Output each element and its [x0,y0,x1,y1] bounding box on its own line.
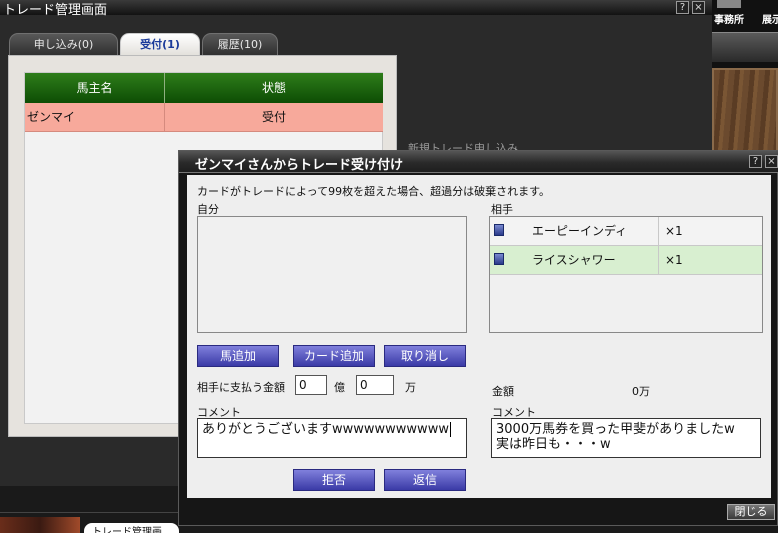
bg-titlebar: トレード管理画面 ? × [0,0,712,18]
self-comment-field[interactable]: ありがとうございますwwwwwwwwwww [197,418,467,458]
close-icon[interactable]: × [692,1,705,14]
dialog-titlebar: ゼンマイさんからトレード受け付け ? × [179,151,778,173]
close-button[interactable]: 閉じる [727,504,775,520]
partner-items-list: エーピーインディ ×1 ライスシャワー ×1 [489,216,763,333]
card-icon [494,253,504,265]
list-item[interactable]: ライスシャワー ×1 [490,246,762,275]
add-horse-button[interactable]: 馬追加 [197,345,279,367]
pay-amount-label: 相手に支払う金額 [197,381,285,394]
column-status: 状態 [165,73,383,103]
cell-status: 受付 [261,110,286,124]
oku-unit: 億 [334,381,345,394]
card-icon [494,224,504,236]
tab-apply[interactable]: 申し込み(0) [9,33,118,55]
partner-item-name: ライスシャワー [532,253,616,267]
bg-window-title: トレード管理画面 [3,3,108,18]
table-row[interactable]: ゼンマイ 受付 [25,103,383,132]
dialog-body: カードがトレードによって99枚を超えた場合、超過分は破棄されます。 自分 相手 … [187,175,771,498]
partner-item-qty: ×1 [665,224,683,238]
partner-label: 相手 [491,203,513,216]
cell-owner: ゼンマイ [27,110,76,124]
amount-label: 金額 [492,385,514,398]
dialog-help-icon[interactable]: ? [749,155,762,168]
display-button[interactable]: 展示 [762,11,778,26]
partner-comment-line2: 実は昨日も・・・w [496,437,611,452]
partner-item-name: エーピーインディ [532,224,628,238]
tab-received[interactable]: 受付(1) [120,33,200,55]
column-owner: 馬主名 [25,73,165,103]
reply-button[interactable]: 返信 [384,469,466,491]
dialog-close-icon[interactable]: × [765,155,778,168]
self-comment-text: ありがとうございますwwwwwwwwwww [202,422,449,437]
thumbnail-image [0,517,80,533]
right-toolbar [712,32,778,62]
help-icon[interactable]: ? [676,1,689,14]
amount-value: 0万 [632,385,650,398]
partner-comment-line1: 3000万馬券を買った甲斐がありましたw [496,422,735,437]
office-icon [717,0,741,8]
man-unit: 万 [405,381,416,394]
notice-text: カードがトレードによって99枚を超えた場合、超過分は破棄されます。 [197,185,551,198]
partner-comment-field: 3000万馬券を買った甲斐がありましたw 実は昨日も・・・w [491,418,761,458]
man-input[interactable]: 0 [356,375,394,395]
partner-item-qty: ×1 [665,253,683,267]
self-label: 自分 [197,203,219,216]
oku-input[interactable]: 0 [295,375,327,395]
cancel-button[interactable]: 取り消し [384,345,466,367]
taskbar-tab[interactable]: トレード管理画 [84,523,179,533]
dialog-title: ゼンマイさんからトレード受け付け [195,158,404,173]
reject-button[interactable]: 拒否 [293,469,375,491]
office-button[interactable]: 事務所 [714,11,744,26]
tab-history[interactable]: 履歴(10) [202,33,278,55]
list-item[interactable]: エーピーインディ ×1 [490,217,762,246]
trade-receive-dialog: ゼンマイさんからトレード受け付け ? × カードがトレードによって99枚を超えた… [178,150,778,526]
add-card-button[interactable]: カード追加 [293,345,375,367]
self-items-list[interactable] [197,216,467,333]
wood-image [712,68,778,153]
